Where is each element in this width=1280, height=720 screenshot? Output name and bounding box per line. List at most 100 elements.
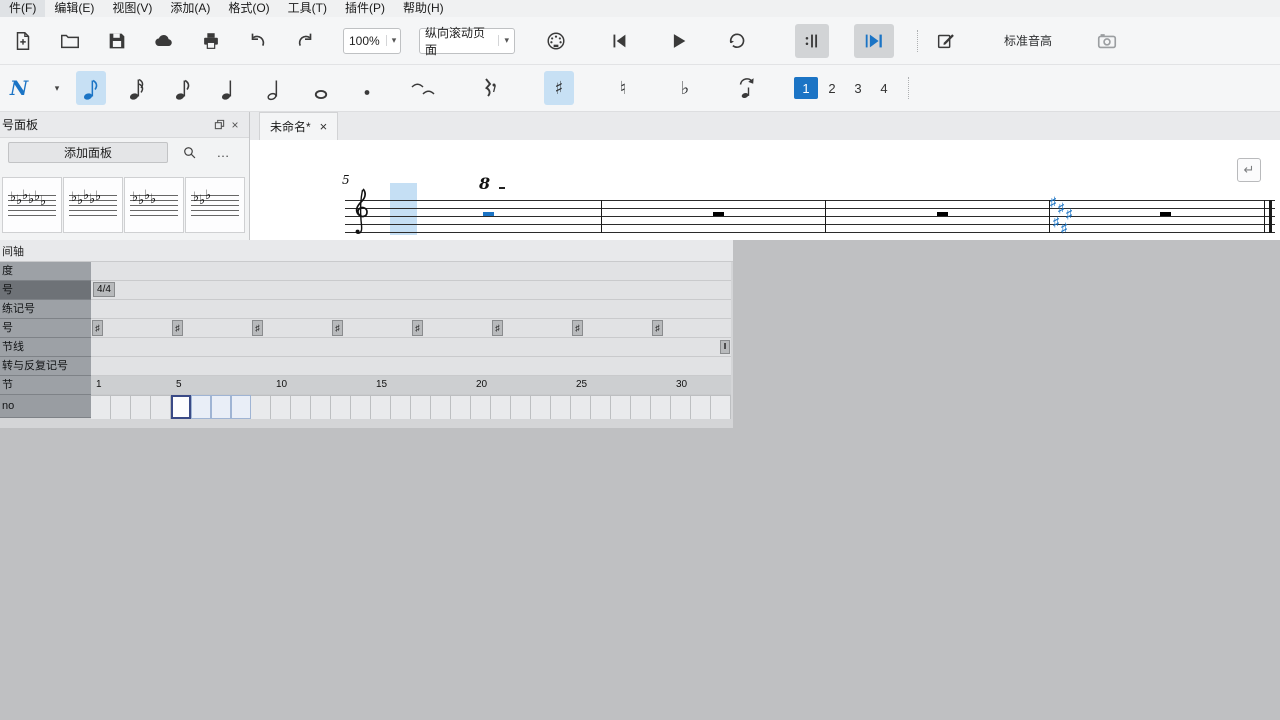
timeline-measure-cell[interactable] (91, 395, 111, 419)
timeline-rehearsal-row[interactable] (91, 300, 731, 319)
float-panel-button[interactable] (211, 117, 227, 133)
timeline-measures-row[interactable]: 151015202530 (91, 376, 731, 395)
timeline-measure-cell[interactable] (611, 395, 631, 419)
timeline-measure-cell[interactable] (511, 395, 531, 419)
timeline-measure-cell[interactable] (391, 395, 411, 419)
timeline-keysig-marker[interactable]: ♯ (652, 320, 663, 336)
duration-whole-button[interactable] (306, 71, 336, 105)
ottava-marking[interactable]: 8 (479, 174, 490, 193)
search-palettes-button[interactable] (176, 142, 202, 163)
timeline-keysig-marker[interactable]: ♯ (412, 320, 423, 336)
view-mode-select[interactable]: 纵向滚动页面 ▾ (419, 28, 515, 54)
palette-more-button[interactable]: … (210, 142, 236, 163)
timeline-measure-cell[interactable] (371, 395, 391, 419)
barline[interactable] (601, 200, 602, 233)
score-tab[interactable]: 未命名* × (259, 112, 338, 140)
sharp-button[interactable]: ♯ (544, 71, 574, 105)
duration-half-button[interactable] (260, 71, 290, 105)
voice-2-button[interactable]: 2 (820, 77, 844, 99)
timeline-measure-cell[interactable] (591, 395, 611, 419)
timeline-measure-cell[interactable] (331, 395, 351, 419)
edit-mode-button[interactable] (929, 24, 963, 58)
timeline-measure-cell[interactable] (431, 395, 451, 419)
half-rest-selected[interactable] (483, 212, 494, 216)
timeline-measure-cell[interactable] (451, 395, 471, 419)
menu-item-add[interactable]: 添加(A) (161, 0, 219, 17)
timeline-timesig-row[interactable]: 4/4 (91, 281, 731, 300)
play-button[interactable] (661, 24, 695, 58)
open-file-button[interactable] (53, 24, 87, 58)
timeline-measure-cell[interactable] (651, 395, 671, 419)
toolbar-grip[interactable] (917, 30, 923, 52)
save-button[interactable] (100, 24, 134, 58)
timeline-measure-cell[interactable] (311, 395, 331, 419)
timeline-measure-cell[interactable] (531, 395, 551, 419)
timeline-measure-cell[interactable] (471, 395, 491, 419)
timeline-measure-cell[interactable] (631, 395, 651, 419)
timeline-measure-cell[interactable] (351, 395, 371, 419)
timeline-row-time-signature[interactable]: 号 (0, 281, 91, 300)
final-barline-thick[interactable] (1269, 200, 1272, 233)
timeline-measure-cell[interactable] (671, 395, 691, 419)
timeline-measure-cell[interactable] (131, 395, 151, 419)
timeline-measure-cell[interactable] (711, 395, 731, 419)
palette-key-signature-cell[interactable]: ♭♭♭♭♭♭ (2, 177, 62, 233)
loop-out-marker-button[interactable] (854, 24, 894, 58)
final-barline-thin[interactable] (1264, 200, 1265, 233)
duration-eighth-button-2[interactable] (168, 71, 198, 105)
loop-in-marker-button[interactable] (795, 24, 829, 58)
new-score-button[interactable] (6, 24, 40, 58)
rewind-button[interactable] (602, 24, 636, 58)
palette-key-signature-cell[interactable]: ♭♭♭ (185, 177, 245, 233)
midi-input-button[interactable] (539, 24, 573, 58)
timeline-measure-cell[interactable] (291, 395, 311, 419)
timeline-row-piano[interactable]: no (0, 395, 91, 418)
timeline-measure-cell[interactable] (411, 395, 431, 419)
final-barline-marker[interactable]: ‖ (720, 340, 730, 354)
timeline-row-measures[interactable]: 节 (0, 376, 91, 395)
loop-playback-button[interactable] (720, 24, 754, 58)
key-change-sharp[interactable]: ♯ (1066, 209, 1073, 219)
zoom-select[interactable]: 100% ▾ (343, 28, 401, 54)
timeline-measure-cell[interactable] (151, 395, 171, 419)
key-change-sharp[interactable]: ♯ (1061, 223, 1068, 233)
timeline-measure-cell[interactable] (211, 395, 231, 419)
half-rest[interactable] (1160, 212, 1171, 216)
note-input-mode-dropdown[interactable]: ▾ (50, 71, 64, 105)
menu-item-help[interactable]: 帮助(H) (394, 0, 453, 17)
key-change-sharp[interactable]: ♯ (1058, 203, 1065, 213)
timeline-row-rehearsal-marks[interactable]: 练记号 (0, 300, 91, 319)
close-panel-button[interactable]: × (227, 117, 243, 133)
timeline-keysig-marker[interactable]: ♯ (572, 320, 583, 336)
duration-quarter-button[interactable] (214, 71, 244, 105)
flat-button[interactable]: ♭ (670, 71, 700, 105)
duration-sixteenth-button[interactable] (122, 71, 152, 105)
menu-item-view[interactable]: 视图(V) (103, 0, 161, 17)
add-palettes-button[interactable]: 添加面板 (8, 142, 168, 163)
timeline-measure-cell[interactable] (571, 395, 591, 419)
print-button[interactable] (194, 24, 228, 58)
flip-direction-button[interactable] (732, 71, 762, 105)
timeline-row-barlines[interactable]: 节线 (0, 338, 91, 357)
timeline-barline-row[interactable]: ‖ (91, 338, 731, 357)
toolbar-grip[interactable] (908, 77, 914, 99)
voice-3-button[interactable]: 3 (846, 77, 870, 99)
menu-item-plugins[interactable]: 插件(P) (336, 0, 394, 17)
palette-key-signature-cell[interactable]: ♭♭♭♭♭ (63, 177, 123, 233)
timeline-row-jumps-repeats[interactable]: 转与反复记号 (0, 357, 91, 376)
timeline-measure-cell[interactable] (171, 395, 191, 419)
voice-1-button[interactable]: 1 (794, 77, 818, 99)
tie-button[interactable] (402, 71, 446, 105)
voice-4-button[interactable]: 4 (872, 77, 896, 99)
timeline-measure-cell[interactable] (551, 395, 571, 419)
timeline-measure-cell[interactable] (251, 395, 271, 419)
score-view[interactable]: 5 8 ♯ ♯ ♯ ♯ ♯ ↵ (250, 140, 1280, 240)
timeline-measure-cell[interactable] (191, 395, 211, 419)
barline[interactable] (825, 200, 826, 233)
key-change-sharp[interactable]: ♯ (1050, 197, 1057, 207)
timeline-keysig-marker[interactable]: ♯ (332, 320, 343, 336)
image-capture-button[interactable] (1090, 24, 1124, 58)
timeline-keysig-marker[interactable]: ♯ (172, 320, 183, 336)
undo-button[interactable] (241, 24, 275, 58)
concert-pitch-toggle[interactable]: 标准音高 (1004, 32, 1052, 49)
